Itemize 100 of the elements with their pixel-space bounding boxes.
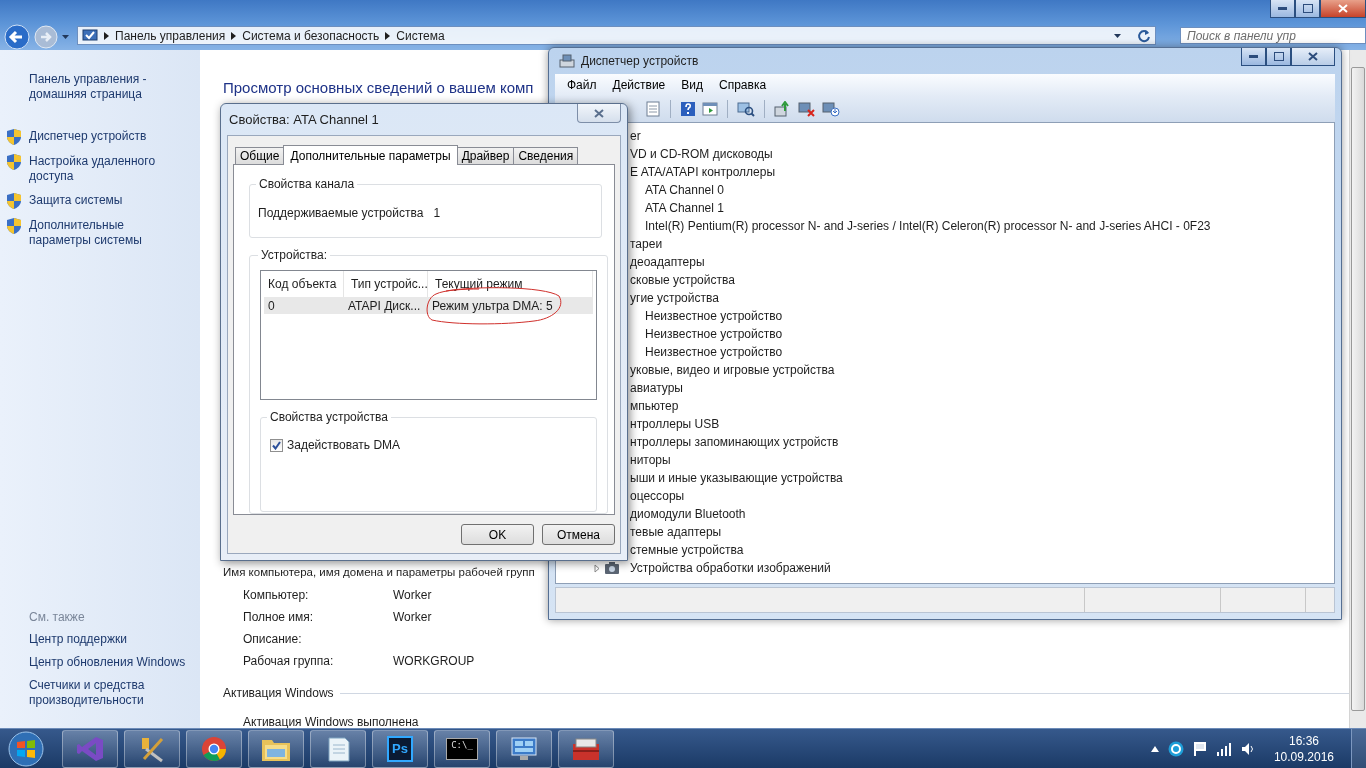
shield-icon xyxy=(7,129,21,145)
tab[interactable]: Драйвер xyxy=(456,147,515,164)
tree-item[interactable]: Intel(R) Pentium(R) processor N- and J-series / Intel(R) Celeron(R) processor N- and J-series AHCI - 0F23 xyxy=(645,219,1211,233)
sidebar-link[interactable]: Настройка удаленного доступа xyxy=(29,154,189,184)
tree-item[interactable]: стемные устройства xyxy=(630,543,744,557)
tree-item[interactable]: тевые адаптеры xyxy=(630,525,722,539)
flag-icon[interactable] xyxy=(1192,740,1207,757)
tree-item[interactable]: угие устройства xyxy=(630,291,719,305)
tree-item[interactable]: ATA Channel 0 xyxy=(645,183,724,197)
menu-item[interactable]: Файл xyxy=(559,78,605,92)
address-bar[interactable]: Панель управления Система и безопасность Система xyxy=(77,26,1156,45)
close-button[interactable] xyxy=(1291,48,1335,66)
show-desktop-button[interactable] xyxy=(1351,729,1366,768)
tray-arrow-icon[interactable] xyxy=(1150,745,1159,752)
tree-item[interactable]: нтроллеры USB xyxy=(630,417,720,431)
sidebar-link[interactable]: Центр обновления Windows xyxy=(29,655,194,670)
sidebar-link[interactable]: Счетчики и средства производительности xyxy=(29,678,194,708)
tree-item[interactable]: Неизвестное устройство xyxy=(645,327,783,341)
menu-item[interactable]: Действие xyxy=(604,78,674,92)
table-cell-text: ATAPI Диск... xyxy=(347,297,422,315)
dialog-button[interactable]: Отмена xyxy=(542,524,615,545)
breadcrumb[interactable]: Панель управления xyxy=(115,28,226,43)
update-driver-icon[interactable] xyxy=(774,101,792,117)
dialog-button[interactable]: OK xyxy=(461,524,534,545)
tree-item[interactable]: ыши и иные указывающие устройства xyxy=(630,471,843,485)
taskbar-button[interactable] xyxy=(496,729,552,768)
tree-item[interactable]: деоадаптеры xyxy=(630,255,705,269)
rollback-icon[interactable] xyxy=(822,101,840,117)
tree-item[interactable]: уковые, видео и игровые устройства xyxy=(630,363,835,377)
console-window-icon[interactable] xyxy=(702,101,718,117)
checkbox[interactable] xyxy=(270,438,283,452)
refresh-icon[interactable] xyxy=(1137,28,1151,43)
tree-item[interactable]: сковые устройства xyxy=(630,273,735,287)
tree-item[interactable]: нтроллеры запоминающих устройств xyxy=(630,435,839,449)
sidebar-link[interactable]: Защита системы xyxy=(29,193,189,208)
tree-item[interactable]: VD и CD-ROM дисководы xyxy=(630,147,773,161)
field-value: 1 xyxy=(433,206,441,221)
minimize-button[interactable] xyxy=(1241,48,1266,66)
tab[interactable]: Общие xyxy=(235,147,285,164)
tree-item[interactable]: диомодули Bluetooth xyxy=(630,507,746,521)
field-label: Поддерживаемые устройства xyxy=(258,206,424,221)
breadcrumb[interactable]: Система xyxy=(396,28,445,43)
property-value: Worker xyxy=(393,588,433,602)
menu-item[interactable]: Справка xyxy=(711,78,775,92)
scan-icon[interactable] xyxy=(737,101,755,117)
checkbox-label: Задействовать DMA xyxy=(287,438,401,453)
tree-item[interactable]: тареи xyxy=(630,237,663,251)
table-cell-text: Режим ультра DMA: 5 xyxy=(431,297,554,315)
tree-item[interactable]: Устройства обработки изображений xyxy=(630,561,831,575)
back-button[interactable] xyxy=(4,24,30,50)
breadcrumb-arrow-icon[interactable] xyxy=(104,31,109,40)
tree-item[interactable]: авиатуры xyxy=(630,381,683,395)
breadcrumb-arrow-icon[interactable] xyxy=(231,31,237,40)
group-title: Свойства канала xyxy=(258,177,356,191)
taskbar-button[interactable]: C:\_ xyxy=(434,729,490,768)
tree-item[interactable]: оцессоры xyxy=(630,489,685,503)
dropdown-arrow-icon[interactable] xyxy=(1114,33,1121,38)
close-button[interactable] xyxy=(577,104,621,123)
signal-icon[interactable] xyxy=(1215,741,1232,756)
tray-app-icon[interactable] xyxy=(1167,740,1184,757)
tree-item[interactable]: E ATA/ATAPI контроллеры xyxy=(630,165,776,179)
tree-item[interactable]: мпьютер xyxy=(630,399,679,413)
monitor-icon xyxy=(509,735,539,762)
maximize-button[interactable] xyxy=(1295,0,1320,18)
tree-item[interactable]: er xyxy=(630,129,641,143)
tree-item[interactable]: Неизвестное устройство xyxy=(645,309,783,323)
help-icon[interactable] xyxy=(680,101,696,117)
tab[interactable]: Дополнительные параметры xyxy=(283,145,458,165)
taskbar-button[interactable] xyxy=(310,729,366,768)
tab[interactable]: Сведения xyxy=(513,147,579,164)
sidebar-link[interactable]: Дополнительные параметры системы xyxy=(29,218,189,248)
expand-arrow-icon[interactable] xyxy=(594,563,600,573)
taskbar-button[interactable] xyxy=(62,729,118,768)
taskbar-button[interactable] xyxy=(124,729,180,768)
minimize-button[interactable] xyxy=(1270,0,1295,18)
breadcrumb[interactable]: Система и безопасность xyxy=(242,28,380,43)
dropdown-arrow-icon[interactable] xyxy=(62,35,69,39)
maximize-button[interactable] xyxy=(1266,48,1291,66)
tree-item[interactable]: Неизвестное устройство xyxy=(645,345,783,359)
tree-item[interactable]: ниторы xyxy=(630,453,671,467)
close-button[interactable] xyxy=(1320,0,1366,18)
scrollbar[interactable] xyxy=(1349,50,1366,728)
browser-icon xyxy=(200,734,228,763)
taskbar-button[interactable]: Ps xyxy=(372,729,428,768)
menu-item[interactable]: Вид xyxy=(673,78,711,92)
taskbar-button[interactable] xyxy=(248,729,304,768)
computer-icon xyxy=(559,54,575,68)
taskbar-button[interactable] xyxy=(186,729,242,768)
property-label: Описание: xyxy=(243,632,303,646)
breadcrumb-arrow-icon[interactable] xyxy=(385,31,391,40)
disable-device-icon[interactable] xyxy=(798,101,816,117)
sidebar-link[interactable]: Центр поддержки xyxy=(29,632,194,647)
taskbar-button[interactable] xyxy=(558,729,614,768)
list-row[interactable]: 0 ATAPI Диск... Режим ультра DMA: 5 xyxy=(264,297,593,315)
forward-button[interactable] xyxy=(34,25,58,49)
clock[interactable]: 16:36 10.09.2016 xyxy=(1273,732,1334,765)
sidebar-link[interactable]: Панель управления - домашняя страница xyxy=(29,72,159,102)
sidebar-link[interactable]: Диспетчер устройств xyxy=(29,129,189,144)
search-field[interactable]: Поиск в панели упр xyxy=(1180,27,1366,44)
tree-item[interactable]: ATA Channel 1 xyxy=(645,201,724,215)
